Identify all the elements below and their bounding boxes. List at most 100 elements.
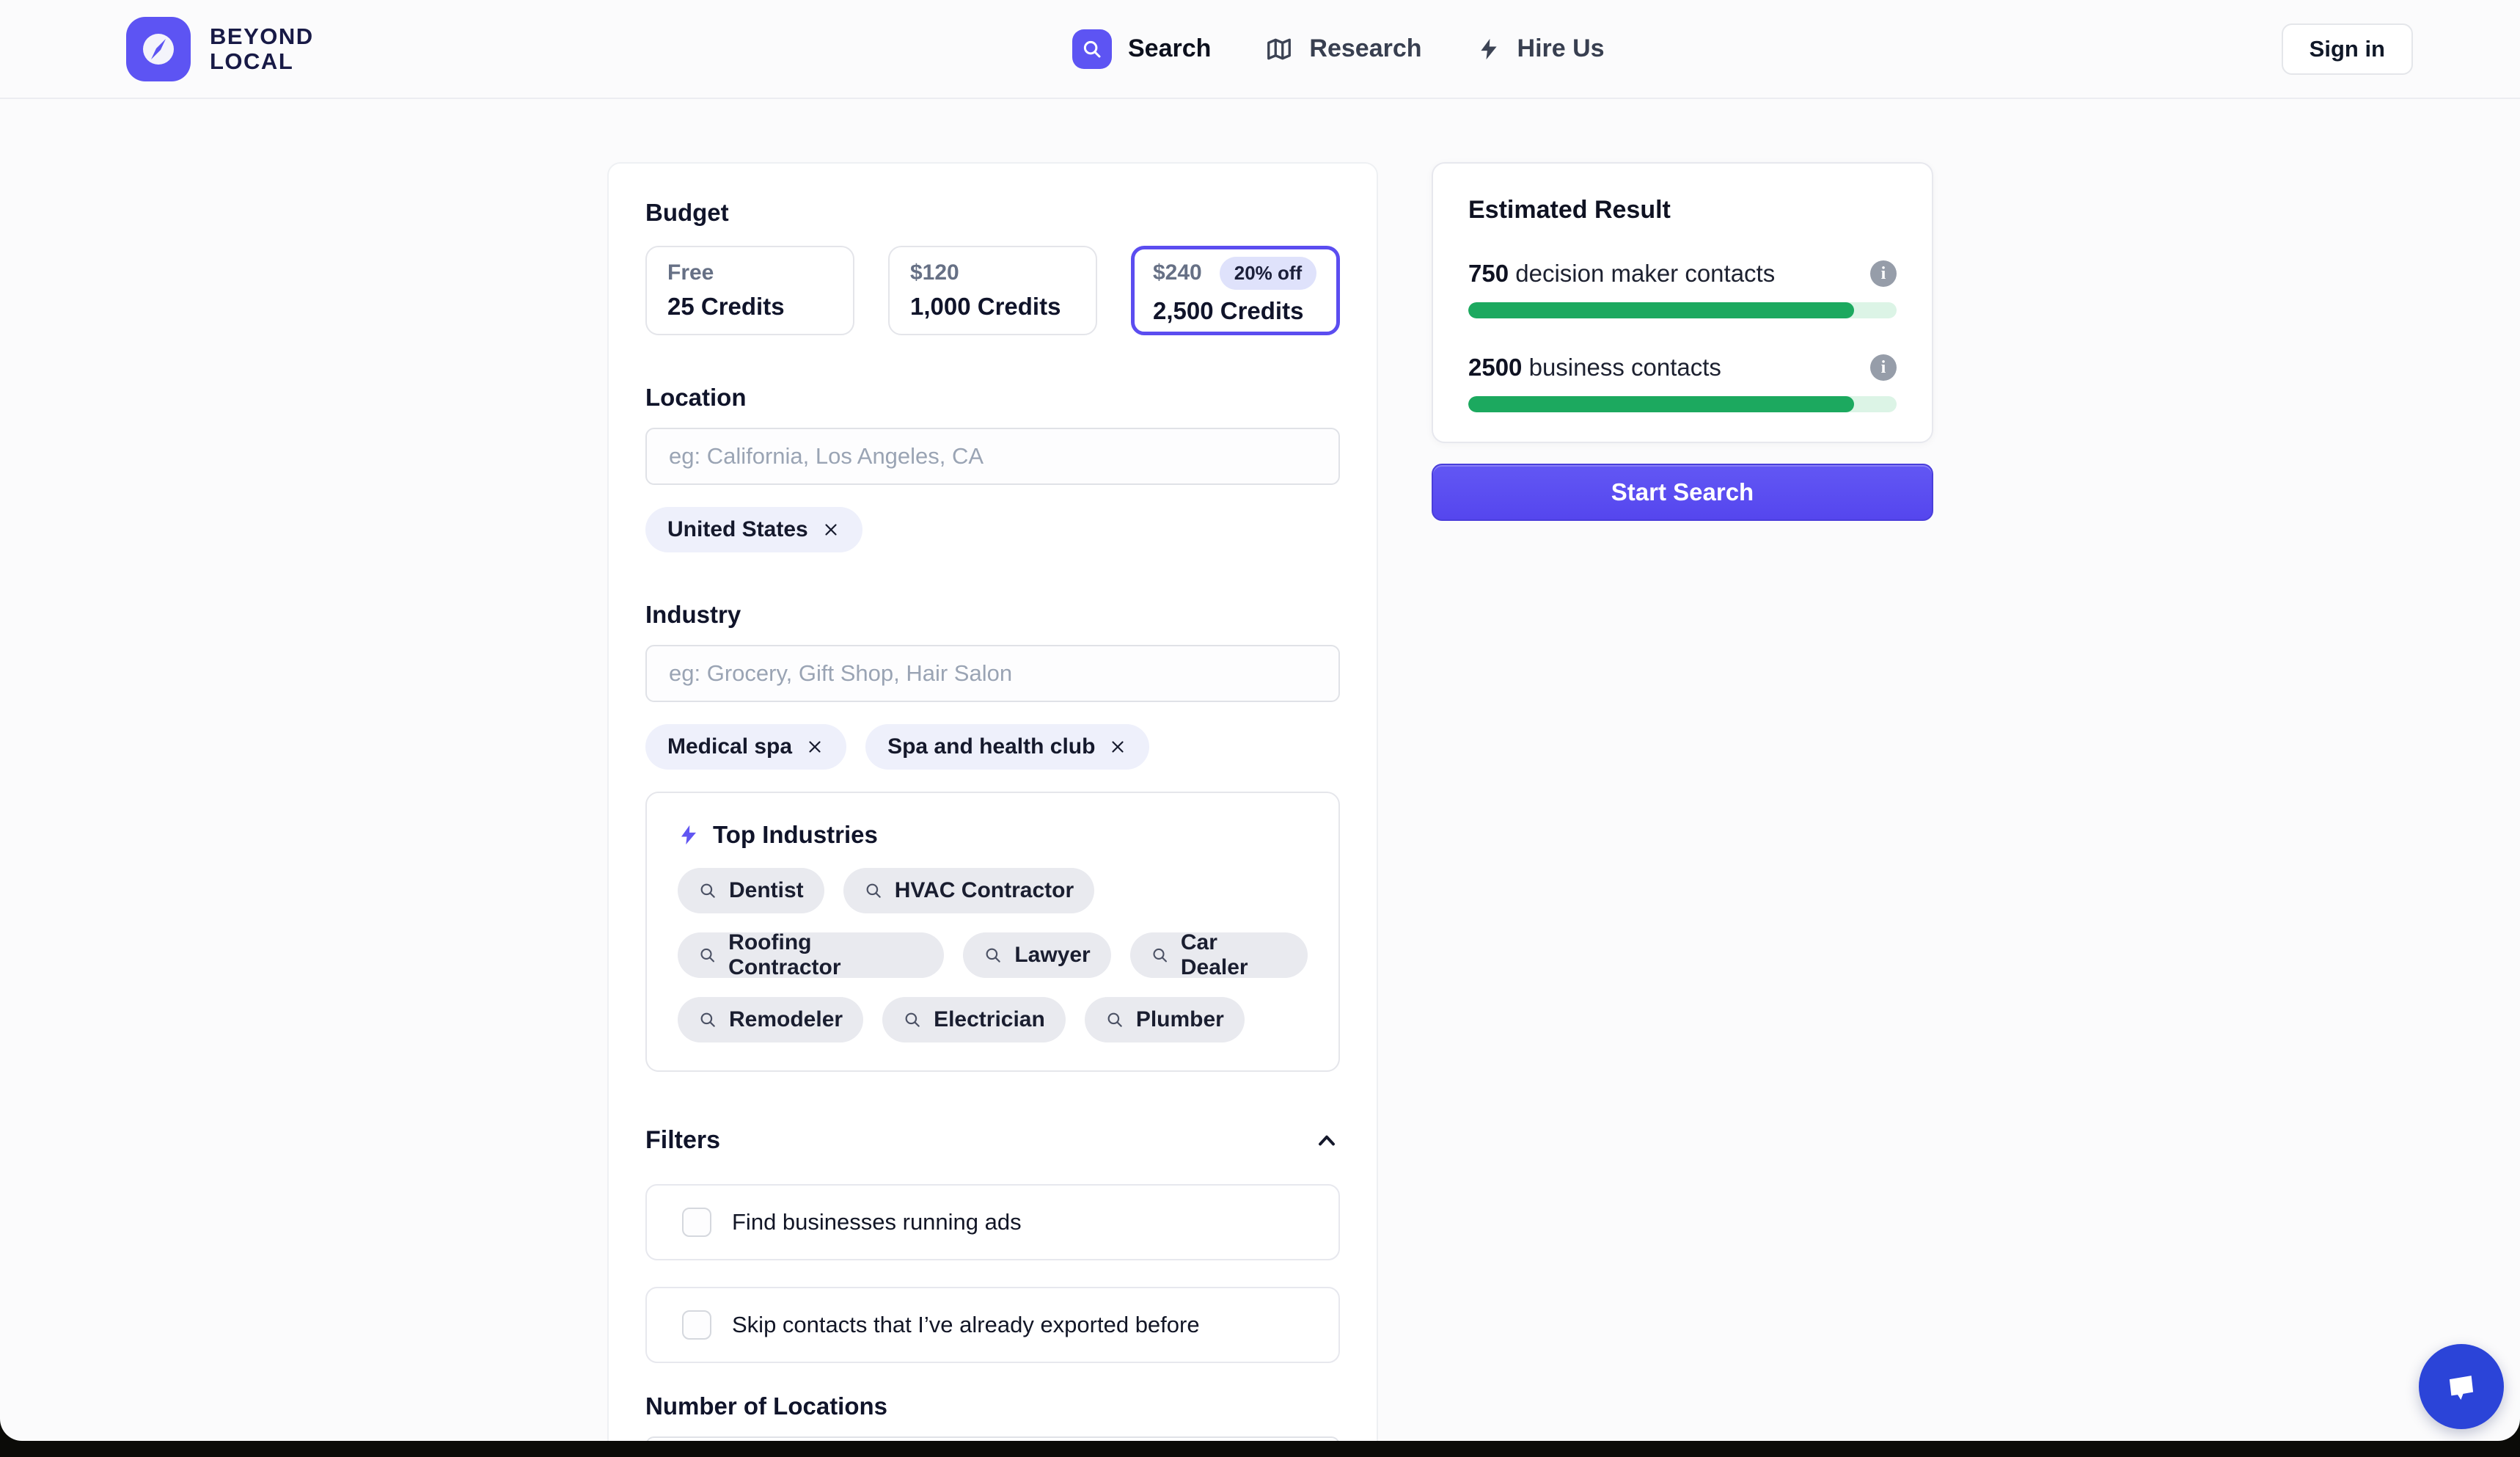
top-industries-panel: Top Industries Dentist HVAC Contractor [645, 792, 1340, 1072]
estimate-row-decision-makers: 750 decision maker contacts i [1468, 260, 1897, 318]
bolt-icon [1476, 37, 1501, 62]
chevron-up-icon[interactable] [1314, 1128, 1340, 1154]
nav-item-hire-us[interactable]: Hire Us [1476, 34, 1605, 63]
location-chips: United States [645, 507, 1340, 552]
lightning-icon [678, 822, 700, 847]
close-icon[interactable] [821, 520, 840, 539]
info-icon[interactable]: i [1870, 354, 1897, 381]
filters-header[interactable]: Filters [645, 1126, 1340, 1155]
top-industries-title: Top Industries [713, 821, 878, 849]
estimate-label: decision maker contacts [1515, 260, 1775, 287]
chip-label: Medical spa [667, 734, 792, 759]
location-label: Location [645, 384, 1340, 412]
industry-suggestion-lawyer[interactable]: Lawyer [963, 932, 1110, 978]
location-input[interactable] [645, 428, 1340, 485]
progress-track [1468, 302, 1897, 318]
close-icon[interactable] [805, 737, 824, 756]
map-icon [1265, 35, 1293, 63]
start-search-button[interactable]: Start Search [1432, 464, 1933, 521]
pill-label: Dentist [729, 878, 804, 903]
navbar: BEYOND LOCAL Search [0, 0, 2520, 99]
budget-option-120[interactable]: $120 1,000 Credits [888, 246, 1097, 335]
estimate-value: 750 [1468, 260, 1509, 287]
compass-logo-icon [126, 17, 191, 81]
top-industries-header: Top Industries [678, 821, 1308, 849]
industry-input[interactable] [645, 645, 1340, 702]
nav-label-search: Search [1128, 34, 1211, 63]
chat-launcher-button[interactable] [2419, 1344, 2504, 1429]
search-icon [864, 881, 883, 900]
estimated-result-title: Estimated Result [1468, 196, 1897, 224]
search-icon [1105, 1010, 1124, 1029]
location-chip[interactable]: United States [645, 507, 862, 552]
industry-chip[interactable]: Medical spa [645, 724, 846, 770]
industry-suggestion-hvac[interactable]: HVAC Contractor [843, 868, 1094, 913]
industry-suggestion-plumber[interactable]: Plumber [1085, 997, 1245, 1042]
estimated-result-card: Estimated Result 750 decision maker cont… [1432, 162, 1933, 443]
top-industries-row: Roofing Contractor Lawyer Car Dealer [678, 932, 1308, 978]
budget-option-free[interactable]: Free 25 Credits [645, 246, 854, 335]
industry-chips: Medical spa Spa and health club [645, 724, 1340, 770]
number-of-locations-select[interactable]: Any [645, 1436, 1340, 1441]
budget-price: Free [667, 260, 714, 285]
budget-credits: 2,500 Credits [1153, 297, 1318, 325]
search-icon [903, 1010, 922, 1029]
sign-in-button[interactable]: Sign in [2282, 23, 2413, 75]
pill-label: Remodeler [729, 1007, 843, 1032]
filters-title: Filters [645, 1126, 720, 1155]
chip-label: United States [667, 517, 808, 542]
checkbox-skip-exported[interactable] [682, 1310, 711, 1340]
pill-label: HVAC Contractor [895, 878, 1074, 903]
industry-suggestion-roofing[interactable]: Roofing Contractor [678, 932, 944, 978]
progress-fill [1468, 396, 1854, 412]
budget-label: Budget [645, 199, 1340, 227]
search-icon [698, 881, 717, 900]
chat-bubble-icon [2439, 1364, 2484, 1409]
brand-name: BEYOND LOCAL [210, 24, 314, 74]
progress-fill [1468, 302, 1854, 318]
budget-option-240-selected[interactable]: $240 20% off 2,500 Credits [1131, 246, 1340, 335]
budget-options: Free 25 Credits $120 1,000 Credits $240 … [645, 246, 1340, 335]
estimate-value: 2500 [1468, 354, 1522, 381]
industry-suggestion-electrician[interactable]: Electrician [882, 997, 1066, 1042]
budget-price: $120 [910, 260, 959, 285]
number-of-locations-label: Number of Locations [645, 1392, 1340, 1420]
chip-label: Spa and health club [887, 734, 1095, 759]
filter-label: Find businesses running ads [732, 1209, 1022, 1235]
main-content: Budget Free 25 Credits $120 1,000 Credit… [0, 99, 2520, 1441]
estimate-text: 2500 business contacts [1468, 354, 1721, 381]
industry-chip[interactable]: Spa and health club [865, 724, 1149, 770]
checkbox-running-ads[interactable] [682, 1208, 711, 1237]
industry-suggestion-dentist[interactable]: Dentist [678, 868, 824, 913]
search-icon [1151, 946, 1169, 965]
filter-skip-exported[interactable]: Skip contacts that I’ve already exported… [645, 1287, 1340, 1363]
budget-credits: 1,000 Credits [910, 293, 1075, 321]
info-icon[interactable]: i [1870, 260, 1897, 287]
close-icon[interactable] [1108, 737, 1127, 756]
industry-suggestion-remodeler[interactable]: Remodeler [678, 997, 863, 1042]
progress-track [1468, 396, 1897, 412]
industry-label: Industry [645, 601, 1340, 629]
pill-label: Plumber [1136, 1007, 1224, 1032]
pill-label: Roofing Contractor [728, 930, 923, 980]
brand-logo[interactable]: BEYOND LOCAL [126, 17, 314, 81]
industry-suggestion-car-dealer[interactable]: Car Dealer [1130, 932, 1308, 978]
filter-running-ads[interactable]: Find businesses running ads [645, 1184, 1340, 1260]
app-page: BEYOND LOCAL Search [0, 0, 2520, 1441]
search-icon [984, 946, 1003, 965]
search-icon [698, 946, 717, 965]
nav-item-research[interactable]: Research [1265, 34, 1421, 63]
estimate-text: 750 decision maker contacts [1468, 260, 1775, 288]
pill-label: Lawyer [1014, 943, 1090, 968]
filter-label: Skip contacts that I’ve already exported… [732, 1312, 1200, 1338]
search-form-card: Budget Free 25 Credits $120 1,000 Credit… [607, 162, 1378, 1441]
nav-label-research: Research [1309, 34, 1421, 63]
pill-label: Car Dealer [1181, 930, 1287, 980]
search-icon [698, 1010, 717, 1029]
estimate-row-business-contacts: 2500 business contacts i [1468, 354, 1897, 412]
search-icon [1072, 29, 1112, 69]
top-industries-row: Dentist HVAC Contractor [678, 868, 1308, 913]
estimate-column: Estimated Result 750 decision maker cont… [1432, 162, 1933, 521]
nav-item-search[interactable]: Search [1072, 29, 1211, 69]
budget-price: $240 [1153, 260, 1202, 285]
